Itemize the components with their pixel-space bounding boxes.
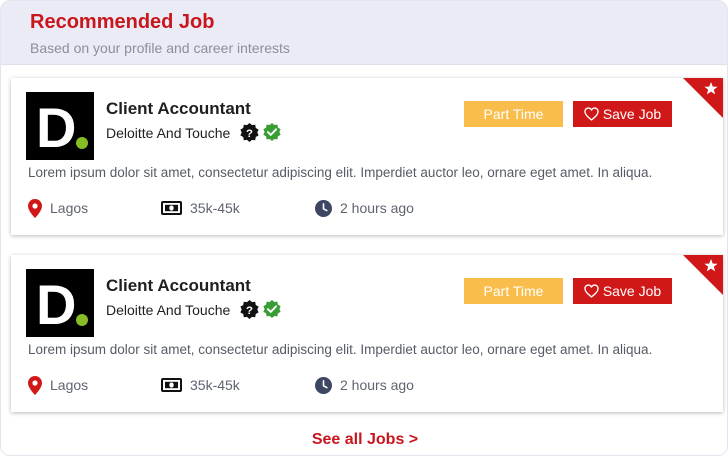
company-name: Deloitte And Touche xyxy=(106,302,231,318)
job-description: Lorem ipsum dolor sit amet, consectetur … xyxy=(28,342,653,357)
svg-text:?: ? xyxy=(246,128,253,140)
posted-text: 2 hours ago xyxy=(340,377,414,393)
job-card[interactable]: D Client Accountant Deloitte And Touche … xyxy=(11,255,723,412)
salary-text: 35k-45k xyxy=(190,200,240,216)
featured-star-icon xyxy=(683,255,723,295)
company-logo-letter: D xyxy=(36,96,76,159)
question-badge-icon[interactable]: ? xyxy=(240,123,259,142)
panel-header: Recommended Job Based on your profile an… xyxy=(1,1,727,65)
job-salary: 35k-45k xyxy=(161,375,240,395)
verified-check-icon xyxy=(263,123,281,141)
job-type-badge: Part Time xyxy=(464,278,563,304)
clock-icon xyxy=(315,376,332,394)
location-text: Lagos xyxy=(50,200,89,216)
banknote-icon xyxy=(161,378,182,392)
job-location: Lagos xyxy=(28,198,88,218)
heart-icon xyxy=(584,107,599,121)
posted-text: 2 hours ago xyxy=(340,200,414,216)
banknote-icon xyxy=(161,201,182,215)
section-title: Recommended Job xyxy=(30,11,215,33)
see-all-jobs-link[interactable]: See all Jobs > xyxy=(1,431,727,449)
verified-check-icon xyxy=(263,300,281,318)
company-logo: D xyxy=(26,92,94,160)
salary-text: 35k-45k xyxy=(190,377,240,393)
job-title[interactable]: Client Accountant xyxy=(106,99,251,119)
job-posted-time: 2 hours ago xyxy=(315,375,414,395)
map-pin-icon xyxy=(28,375,42,395)
save-job-label: Save Job xyxy=(602,106,662,122)
recommended-jobs-panel: Recommended Job Based on your profile an… xyxy=(0,0,728,456)
heart-icon xyxy=(584,284,599,298)
company-logo-letter: D xyxy=(36,273,76,336)
job-description: Lorem ipsum dolor sit amet, consectetur … xyxy=(28,165,653,180)
clock-icon xyxy=(315,199,332,217)
job-card[interactable]: D Client Accountant Deloitte And Touche … xyxy=(11,78,723,235)
job-salary: 35k-45k xyxy=(161,198,240,218)
question-badge-icon[interactable]: ? xyxy=(240,300,259,319)
job-type-badge: Part Time xyxy=(464,101,563,127)
save-job-button[interactable]: Save Job xyxy=(573,101,672,127)
company-name: Deloitte And Touche xyxy=(106,125,231,141)
job-title[interactable]: Client Accountant xyxy=(106,276,251,296)
save-job-label: Save Job xyxy=(602,283,662,299)
company-logo: D xyxy=(26,269,94,337)
job-posted-time: 2 hours ago xyxy=(315,198,414,218)
featured-star-icon xyxy=(683,78,723,118)
job-location: Lagos xyxy=(28,375,88,395)
svg-text:?: ? xyxy=(246,305,253,317)
map-pin-icon xyxy=(28,198,42,218)
save-job-button[interactable]: Save Job xyxy=(573,278,672,304)
location-text: Lagos xyxy=(50,377,89,393)
section-subtitle: Based on your profile and career interes… xyxy=(30,40,290,56)
